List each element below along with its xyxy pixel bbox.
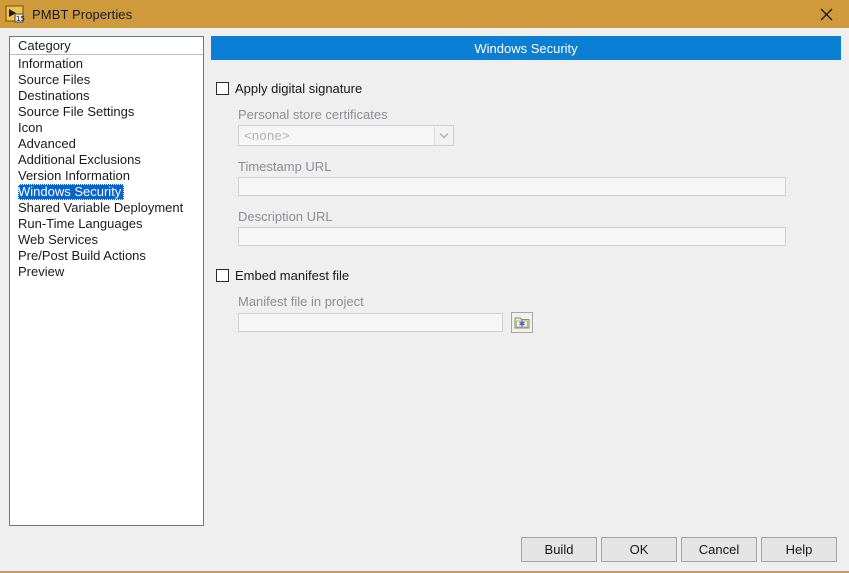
- apply-digital-signature-checkbox[interactable]: Apply digital signature: [216, 81, 841, 96]
- folder-browse-icon[interactable]: ✱: [511, 312, 533, 333]
- sidebar-item-windows-security-label: Windows Security: [18, 184, 125, 200]
- svg-text:15: 15: [16, 15, 25, 23]
- personal-store-label: Personal store certificates: [238, 107, 388, 122]
- help-button[interactable]: Help: [761, 537, 837, 562]
- labview-project-icon: 15: [5, 4, 25, 24]
- personal-store-combobox[interactable]: <none>: [238, 125, 454, 146]
- properties-dialog: 15 PMBT Properties Category Information …: [0, 0, 849, 573]
- dialog-footer: Build OK Cancel Help: [0, 537, 849, 563]
- description-url-input[interactable]: [238, 227, 786, 246]
- sidebar-item-run-time-languages[interactable]: Run-Time Languages: [10, 216, 203, 232]
- close-icon[interactable]: [803, 0, 849, 28]
- manifest-file-input[interactable]: [238, 313, 503, 332]
- sidebar-item-information[interactable]: Information: [10, 56, 203, 72]
- checkbox-box-embed-manifest: [216, 269, 229, 282]
- page-title: Windows Security: [211, 36, 841, 60]
- personal-store-value: <none>: [244, 128, 290, 143]
- title-bar: 15 PMBT Properties: [0, 0, 849, 28]
- sidebar-item-additional-exclusions[interactable]: Additional Exclusions: [10, 152, 203, 168]
- timestamp-url-input[interactable]: [238, 177, 786, 196]
- cancel-button[interactable]: Cancel: [681, 537, 757, 562]
- sidebar-item-version-information[interactable]: Version Information: [10, 168, 203, 184]
- sidebar-item-preview[interactable]: Preview: [10, 264, 203, 280]
- sidebar-item-web-services[interactable]: Web Services: [10, 232, 203, 248]
- window-title: PMBT Properties: [32, 6, 133, 22]
- svg-text:✱: ✱: [519, 319, 526, 328]
- sidebar-item-source-file-settings[interactable]: Source File Settings: [10, 104, 203, 120]
- sidebar-item-shared-variable-deployment[interactable]: Shared Variable Deployment: [10, 200, 203, 216]
- timestamp-url-label: Timestamp URL: [238, 159, 332, 174]
- sidebar-item-windows-security[interactable]: Windows Security: [10, 184, 203, 200]
- manifest-file-label: Manifest file in project: [238, 294, 364, 309]
- settings-panel: Windows Security Apply digital signature…: [211, 36, 841, 526]
- sidebar-item-source-files[interactable]: Source Files: [10, 72, 203, 88]
- sidebar-item-pre-post-build-actions[interactable]: Pre/Post Build Actions: [10, 248, 203, 264]
- ok-button[interactable]: OK: [601, 537, 677, 562]
- build-button[interactable]: Build: [521, 537, 597, 562]
- checkbox-box-apply-signature: [216, 82, 229, 95]
- category-listbox[interactable]: Category Information Source Files Destin…: [9, 36, 204, 526]
- embed-manifest-label: Embed manifest file: [235, 268, 350, 283]
- category-list-header: Category: [10, 37, 203, 55]
- sidebar-item-destinations[interactable]: Destinations: [10, 88, 203, 104]
- sidebar-item-icon[interactable]: Icon: [10, 120, 203, 136]
- sidebar-item-advanced[interactable]: Advanced: [10, 136, 203, 152]
- apply-digital-signature-label: Apply digital signature: [235, 81, 363, 96]
- embed-manifest-checkbox[interactable]: Embed manifest file: [216, 268, 841, 283]
- category-list-items: Information Source Files Destinations So…: [10, 55, 203, 280]
- description-url-label: Description URL: [238, 209, 333, 224]
- manifest-field-group: Manifest file in project ✱: [238, 294, 841, 333]
- panel-body: Apply digital signature Personal store c…: [211, 81, 841, 333]
- chevron-down-icon[interactable]: [434, 126, 453, 145]
- signature-field-group: Personal store certificates <none> Times…: [238, 107, 841, 246]
- manifest-file-row: ✱: [238, 312, 841, 333]
